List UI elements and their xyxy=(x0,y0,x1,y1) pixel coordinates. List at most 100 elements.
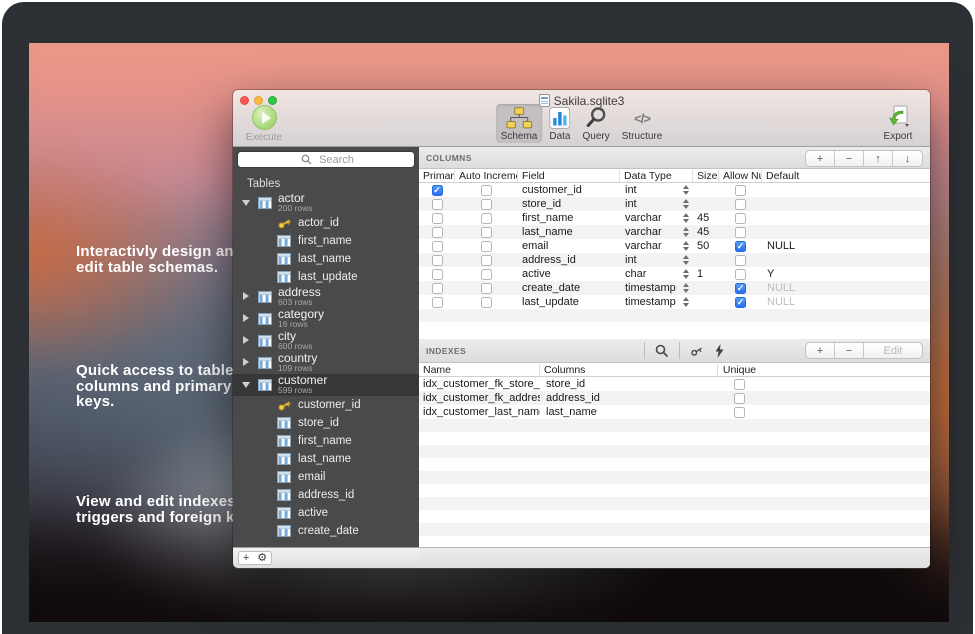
allow-null-checkbox[interactable] xyxy=(735,227,746,238)
field-cell[interactable]: store_id xyxy=(518,198,620,210)
primary-checkbox[interactable] xyxy=(432,297,443,308)
primary-checkbox[interactable]: ✓ xyxy=(432,185,443,196)
column-row-last_name[interactable]: last_namevarchar45 xyxy=(419,225,930,239)
auto-increment-checkbox[interactable] xyxy=(481,297,492,308)
primary-checkbox[interactable] xyxy=(432,241,443,252)
search-input[interactable]: Search xyxy=(237,151,415,168)
index-name-cell[interactable]: idx_customer_fk_addres… xyxy=(419,392,540,404)
index-name-cell[interactable]: idx_customer_fk_store_id xyxy=(419,378,540,390)
sidebar-column-first_name[interactable]: first_name xyxy=(233,432,419,450)
disclosure-down-icon[interactable] xyxy=(239,379,252,391)
default-cell[interactable]: NULL xyxy=(762,296,930,308)
size-cell[interactable]: 45 xyxy=(693,212,719,224)
data-type-cell[interactable]: varchar xyxy=(620,226,678,238)
sidebar-column-address_id[interactable]: address_id xyxy=(233,486,419,504)
toolbar-tab-structure[interactable]: </>Structure xyxy=(617,104,668,143)
column-row-create_date[interactable]: create_datetimestamp ✓ NULL xyxy=(419,281,930,295)
default-cell[interactable]: NULL xyxy=(762,240,930,252)
column-row-first_name[interactable]: first_namevarchar45 xyxy=(419,211,930,225)
data-type-stepper[interactable] xyxy=(678,283,693,293)
data-type-stepper[interactable] xyxy=(678,227,693,237)
data-type-stepper[interactable] xyxy=(678,269,693,279)
primary-checkbox[interactable] xyxy=(432,269,443,280)
key-icon[interactable] xyxy=(689,343,705,359)
field-cell[interactable]: email xyxy=(518,240,620,252)
auto-increment-checkbox[interactable] xyxy=(481,213,492,224)
column-row-address_id[interactable]: address_idint xyxy=(419,253,930,267)
field-cell[interactable]: customer_id xyxy=(518,184,620,196)
sidebar-table-actor[interactable]: actor200 rows xyxy=(233,192,419,214)
primary-checkbox[interactable] xyxy=(432,227,443,238)
sidebar-table-country[interactable]: country109 rows xyxy=(233,352,419,374)
add-table-button[interactable]: + xyxy=(243,553,249,563)
toolbar-tab-data[interactable]: Data xyxy=(544,104,575,143)
allow-null-checkbox[interactable] xyxy=(735,213,746,224)
disclosure-down-icon[interactable] xyxy=(239,197,252,209)
column-row-customer_id[interactable]: ✓ customer_idint xyxy=(419,183,930,197)
toolbar-tab-schema[interactable]: Schema xyxy=(496,104,543,143)
primary-checkbox[interactable] xyxy=(432,213,443,224)
index-row[interactable]: idx_customer_last_namelast_name xyxy=(419,405,930,419)
data-type-cell[interactable]: timestamp xyxy=(620,282,678,294)
indexes-edit-button[interactable]: Edit xyxy=(864,343,922,358)
index-columns-cell[interactable]: address_id xyxy=(540,392,718,404)
indexes-add-button[interactable]: + xyxy=(806,343,835,358)
index-columns-cell[interactable]: store_id xyxy=(540,378,718,390)
allow-null-checkbox[interactable]: ✓ xyxy=(735,297,746,308)
field-cell[interactable]: address_id xyxy=(518,254,620,266)
data-type-cell[interactable]: int xyxy=(620,198,678,210)
gear-button[interactable]: ⚙ xyxy=(257,553,267,564)
execute-button[interactable]: Execute xyxy=(242,105,286,143)
data-type-cell[interactable]: char xyxy=(620,268,678,280)
data-type-cell[interactable]: int xyxy=(620,184,678,196)
columns-move-up-button[interactable]: ↑ xyxy=(864,151,893,166)
unique-checkbox[interactable] xyxy=(734,407,745,418)
sidebar-table-address[interactable]: address603 rows xyxy=(233,286,419,308)
columns-remove-button[interactable]: − xyxy=(835,151,864,166)
columns-move-down-button[interactable]: ↓ xyxy=(893,151,922,166)
allow-null-checkbox[interactable] xyxy=(735,255,746,266)
unique-checkbox[interactable] xyxy=(734,379,745,390)
allow-null-checkbox[interactable]: ✓ xyxy=(735,283,746,294)
size-cell[interactable]: 1 xyxy=(693,268,719,280)
index-columns-cell[interactable]: last_name xyxy=(540,406,718,418)
search-icon[interactable] xyxy=(654,343,670,359)
field-cell[interactable]: last_name xyxy=(518,226,620,238)
data-type-cell[interactable]: timestamp xyxy=(620,296,678,308)
allow-null-checkbox[interactable] xyxy=(735,185,746,196)
column-row-email[interactable]: emailvarchar50✓NULL xyxy=(419,239,930,253)
sidebar-table-category[interactable]: category16 rows xyxy=(233,308,419,330)
sidebar-column-email[interactable]: email xyxy=(233,468,419,486)
field-cell[interactable]: create_date xyxy=(518,282,620,294)
auto-increment-checkbox[interactable] xyxy=(481,227,492,238)
disclosure-right-icon[interactable] xyxy=(239,357,252,369)
primary-checkbox[interactable] xyxy=(432,255,443,266)
data-type-cell[interactable]: int xyxy=(620,254,678,266)
default-cell[interactable]: NULL xyxy=(762,282,930,294)
data-type-stepper[interactable] xyxy=(678,255,693,265)
sidebar-column-last_name[interactable]: last_name xyxy=(233,250,419,268)
primary-checkbox[interactable] xyxy=(432,199,443,210)
lightning-icon[interactable] xyxy=(711,343,727,359)
column-row-last_update[interactable]: last_updatetimestamp ✓ NULL xyxy=(419,295,930,309)
auto-increment-checkbox[interactable] xyxy=(481,255,492,266)
export-button[interactable]: Export xyxy=(876,104,920,142)
sidebar-column-store_id[interactable]: store_id xyxy=(233,414,419,432)
field-cell[interactable]: active xyxy=(518,268,620,280)
allow-null-checkbox[interactable]: ✓ xyxy=(735,241,746,252)
data-type-stepper[interactable] xyxy=(678,241,693,251)
indexes-remove-button[interactable]: − xyxy=(835,343,864,358)
data-type-stepper[interactable] xyxy=(678,185,693,195)
column-row-store_id[interactable]: store_idint xyxy=(419,197,930,211)
disclosure-right-icon[interactable] xyxy=(239,291,252,303)
disclosure-right-icon[interactable] xyxy=(239,335,252,347)
disclosure-right-icon[interactable] xyxy=(239,313,252,325)
index-row[interactable]: idx_customer_fk_addres…address_id xyxy=(419,391,930,405)
sidebar-table-city[interactable]: city600 rows xyxy=(233,330,419,352)
default-cell[interactable]: Y xyxy=(762,268,930,280)
allow-null-checkbox[interactable] xyxy=(735,269,746,280)
sidebar-column-customer_id[interactable]: customer_id xyxy=(233,396,419,414)
index-row[interactable]: idx_customer_fk_store_idstore_id xyxy=(419,377,930,391)
field-cell[interactable]: last_update xyxy=(518,296,620,308)
toolbar-tab-query[interactable]: Query xyxy=(578,104,615,143)
